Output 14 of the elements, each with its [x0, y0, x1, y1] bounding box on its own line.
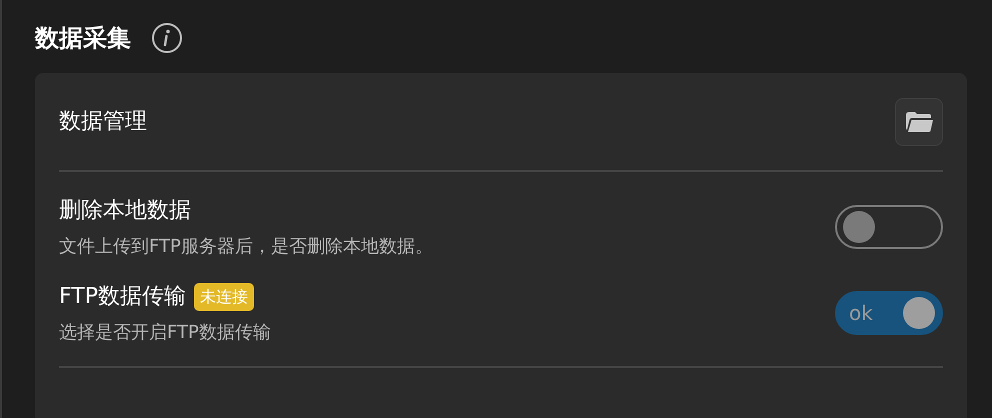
folder-icon: [904, 110, 934, 134]
folder-button[interactable]: [895, 98, 943, 146]
setting-title: FTP数据传输: [59, 283, 186, 311]
setting-title: 删除本地数据: [59, 197, 191, 225]
section-title: 数据采集: [35, 23, 131, 54]
card-title: 数据管理: [59, 108, 147, 136]
setting-description: 文件上传到FTP服务器后，是否删除本地数据。: [59, 235, 433, 259]
status-badge: 未连接: [194, 282, 254, 310]
toggle-switch[interactable]: [835, 205, 943, 249]
toggle-thumb[interactable]: [903, 297, 935, 329]
info-icon[interactable]: [151, 22, 183, 54]
toggle-thumb[interactable]: [843, 211, 875, 243]
setting-description: 选择是否开启FTP数据传输: [59, 321, 271, 345]
toggle-switch[interactable]: ok: [835, 291, 943, 335]
